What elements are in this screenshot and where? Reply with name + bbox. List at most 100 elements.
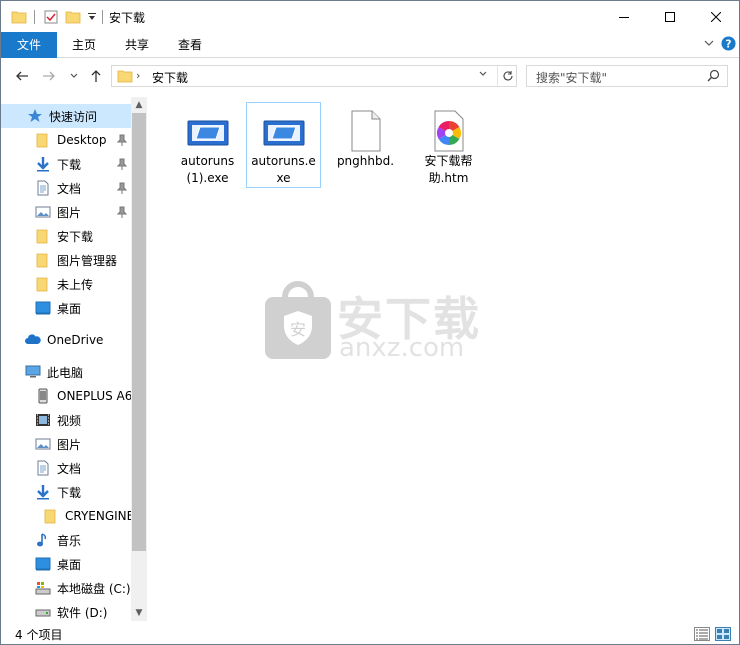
status-bar: 4 个项目: [1, 623, 739, 644]
maximize-button[interactable]: [647, 1, 693, 32]
desktop-icon: [35, 300, 51, 316]
pin-icon[interactable]: [116, 206, 128, 221]
forward-button[interactable]: [40, 67, 58, 85]
folder-icon: [43, 508, 59, 524]
file-item[interactable]: 安下载帮 助.htm: [411, 102, 486, 188]
file-name: autoruns.e xe: [247, 153, 320, 187]
address-bar[interactable]: › 安下载: [111, 65, 517, 87]
exe-icon: [184, 109, 232, 153]
back-button[interactable]: [13, 67, 31, 85]
scroll-up-icon[interactable]: ▲: [131, 97, 147, 113]
navigation-pane: 快速访问 Desktop 下载 文档 图片 安下载 图片管理器 未上传 桌面 O…: [1, 97, 147, 621]
sidebar-item-videos[interactable]: 视频: [1, 408, 131, 432]
new-folder-icon[interactable]: [65, 9, 81, 28]
pin-icon[interactable]: [116, 134, 128, 149]
pin-icon[interactable]: [116, 182, 128, 197]
sidebar-item-cryengine[interactable]: CRYENGINE: [1, 504, 134, 528]
sidebar-item-pictures-pc[interactable]: 图片: [1, 432, 131, 456]
file-name-line: autoruns.e: [251, 154, 316, 168]
phone-icon: [35, 388, 51, 404]
folder-icon: [117, 68, 133, 87]
large-icons-view-icon[interactable]: [715, 627, 731, 641]
download-icon: [35, 484, 51, 500]
expand-ribbon-icon[interactable]: [703, 37, 715, 52]
tab-home[interactable]: 主页: [59, 32, 109, 58]
customize-toolbar-icon[interactable]: [87, 11, 97, 25]
sidebar-item-label: 桌面: [57, 557, 82, 572]
file-name: pnghhbd.: [329, 153, 402, 170]
file-list[interactable]: autoruns (1).exe autoruns.e xe pnghhbd.: [147, 97, 739, 621]
file-name-line: 安下载帮: [424, 154, 473, 168]
file-name-line: xe: [276, 171, 291, 185]
tab-file[interactable]: 文件: [1, 32, 57, 58]
folder-icon: [35, 252, 51, 268]
sidebar-item-label: 文档: [57, 181, 82, 196]
sidebar-item-desktop-pc[interactable]: 桌面: [1, 552, 131, 576]
maximize-icon: [665, 11, 675, 22]
sidebar-item-downloads-pc[interactable]: 下载: [1, 480, 131, 504]
sidebar-item-oneplus[interactable]: ONEPLUS A6: [1, 384, 132, 408]
sidebar-item-desktop-cn[interactable]: 桌面: [1, 296, 131, 320]
toolbar-separator: [34, 10, 35, 24]
address-dropdown-icon[interactable]: [478, 69, 488, 82]
tab-share[interactable]: 共享: [112, 32, 162, 58]
sidebar-item-label: 桌面: [57, 301, 82, 316]
file-item[interactable]: autoruns (1).exe: [170, 102, 245, 188]
sidebar-item-label: 文档: [57, 461, 82, 476]
file-item[interactable]: pnghhbd.: [328, 102, 403, 188]
music-icon: [35, 532, 51, 548]
sidebar-item-this-pc[interactable]: 此电脑: [1, 360, 131, 384]
sidebar-item-music[interactable]: 音乐: [1, 528, 131, 552]
file-item-selected[interactable]: autoruns.e xe: [246, 102, 321, 188]
folder-icon[interactable]: [11, 9, 27, 28]
sidebar-item-onedrive[interactable]: OneDrive: [1, 328, 131, 352]
file-name: 安下载帮 助.htm: [412, 153, 485, 187]
scroll-down-icon[interactable]: ▼: [131, 605, 147, 621]
item-count: 4 个项目: [15, 628, 63, 642]
sidebar-item-not-uploaded[interactable]: 未上传: [1, 272, 131, 296]
sidebar-item-label: 视频: [57, 413, 82, 428]
file-name-line: 助.htm: [428, 171, 469, 185]
back-arrow-icon: [16, 71, 28, 81]
picture-icon: [35, 204, 51, 220]
folder-icon: [35, 228, 51, 244]
file-name: autoruns (1).exe: [171, 153, 244, 187]
sidebar-item-documents-pc[interactable]: 文档: [1, 456, 131, 480]
tab-view[interactable]: 查看: [164, 32, 216, 58]
sidebar-item-downloads[interactable]: 下载: [1, 152, 131, 176]
pin-icon[interactable]: [116, 158, 128, 173]
toolbar-separator: [102, 10, 103, 24]
up-button[interactable]: [87, 67, 105, 85]
help-icon[interactable]: ?: [721, 36, 736, 54]
sidebar-item-quick-access[interactable]: 快速访问: [1, 104, 131, 128]
breadcrumb-current[interactable]: 安下载: [152, 69, 188, 86]
htm-file-icon: [425, 109, 473, 153]
folder-icon: [35, 132, 51, 148]
document-icon: [35, 180, 51, 196]
refresh-icon: [502, 71, 513, 81]
details-view-icon[interactable]: [694, 627, 710, 641]
scrollbar-thumb[interactable]: [132, 113, 146, 551]
svg-text:?: ?: [726, 38, 732, 50]
recent-locations-button[interactable]: [65, 67, 83, 85]
minimize-button[interactable]: [601, 1, 647, 32]
sidebar-item-anxz[interactable]: 安下载: [1, 224, 131, 248]
sidebar-item-documents[interactable]: 文档: [1, 176, 131, 200]
search-icon[interactable]: [707, 69, 720, 85]
ribbon: 文件 主页 共享 查看 ?: [1, 32, 739, 58]
properties-icon[interactable]: [43, 9, 59, 28]
sidebar-scrollbar[interactable]: ▲ ▼: [131, 97, 147, 621]
sidebar-item-drive-c[interactable]: 本地磁盘 (C:): [1, 576, 131, 600]
file-name-line: autoruns: [180, 154, 235, 168]
breadcrumb-chevron-icon[interactable]: ›: [136, 69, 140, 82]
close-button[interactable]: [693, 1, 739, 32]
close-icon: [711, 11, 721, 22]
sidebar-item-picture-manager[interactable]: 图片管理器: [1, 248, 131, 272]
search-input[interactable]: 搜索"安下载": [526, 65, 728, 87]
sidebar-item-pictures[interactable]: 图片: [1, 200, 131, 224]
refresh-button[interactable]: [497, 66, 517, 86]
sidebar-item-drive-d[interactable]: 软件 (D:): [1, 600, 131, 621]
sidebar-item-desktop[interactable]: Desktop: [1, 128, 131, 152]
video-icon: [35, 412, 51, 428]
drive-c-icon: [35, 580, 51, 596]
